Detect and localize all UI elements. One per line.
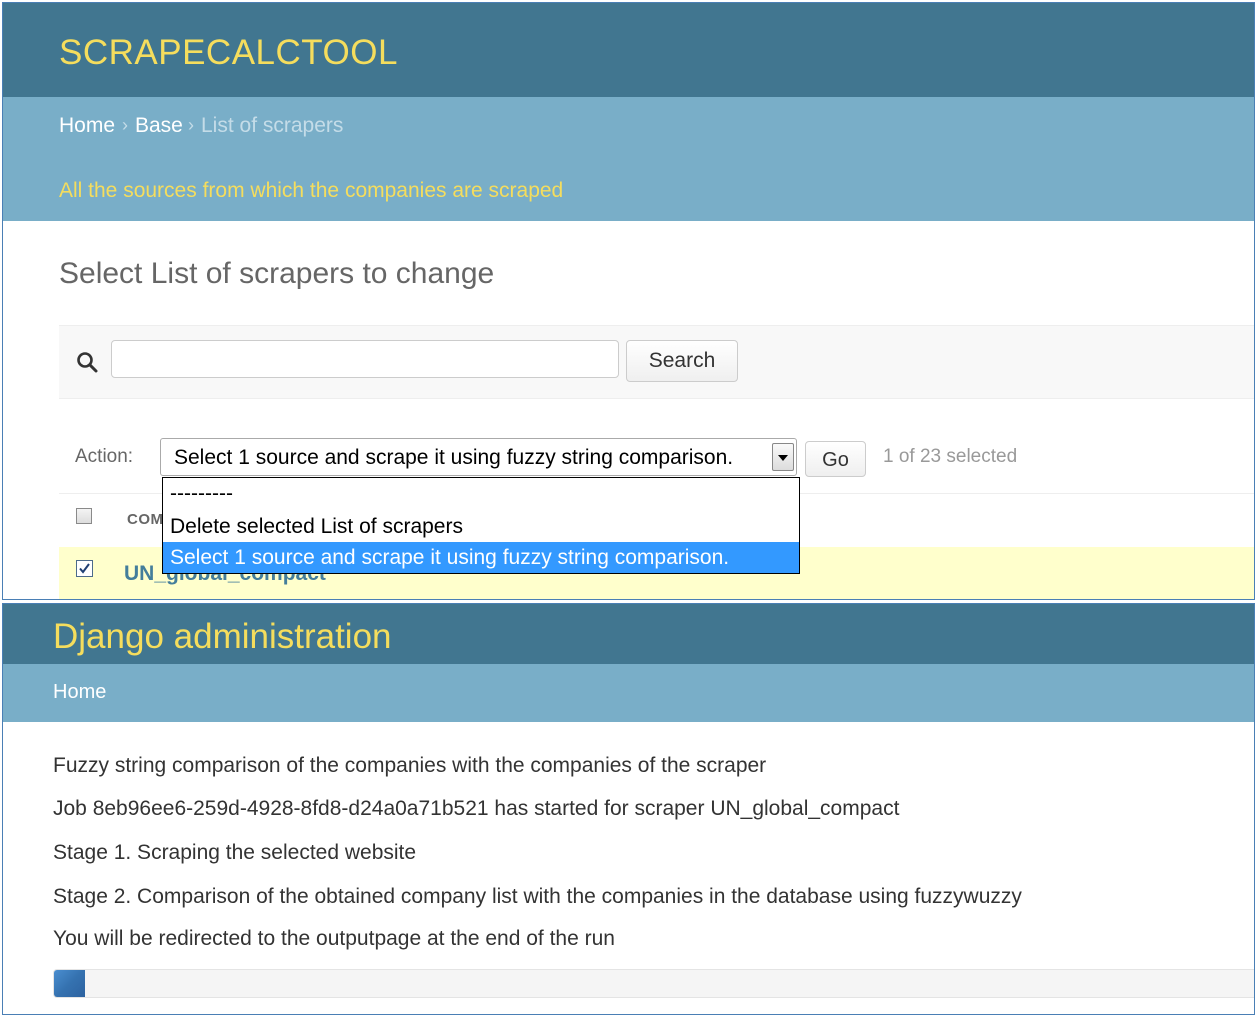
action-select-value: Select 1 source and scrape it using fuzz… (174, 446, 734, 469)
status-message-redirect: You will be redirected to the outputpage… (53, 927, 615, 950)
dropdown-option-delete[interactable]: Delete selected List of scrapers (163, 511, 799, 542)
action-dropdown-list: --------- Delete selected List of scrape… (162, 477, 800, 574)
dropdown-option-blank[interactable]: --------- (163, 478, 799, 509)
scraper-list-screen: SCRAPECALCTOOL Home › Base › List of scr… (2, 2, 1255, 600)
site-header: SCRAPECALCTOOL (3, 3, 1254, 97)
row-checkbox[interactable] (76, 560, 93, 577)
dropdown-arrow-button[interactable] (772, 443, 794, 471)
breadcrumb-separator: › (188, 115, 194, 135)
search-icon (75, 350, 99, 374)
progress-bar (53, 969, 1254, 998)
site-description: All the sources from which the companies… (59, 179, 564, 202)
column-header-company[interactable]: COM (127, 511, 164, 528)
search-button[interactable]: Search (626, 340, 738, 382)
status-message-stage1: Stage 1. Scraping the selected website (53, 841, 417, 864)
search-input[interactable] (111, 340, 619, 378)
breadcrumb-separator: › (122, 115, 128, 135)
breadcrumb-bar: Home › Base › List of scrapers All the s… (3, 97, 1254, 221)
breadcrumb-home[interactable]: Home (53, 681, 106, 704)
breadcrumb-home[interactable]: Home (59, 114, 115, 138)
progress-bar-fill (54, 970, 86, 997)
checkmark-icon (79, 563, 90, 574)
breadcrumb-current: List of scrapers (201, 114, 344, 137)
select-all-checkbox[interactable] (76, 508, 92, 524)
site-title[interactable]: SCRAPECALCTOOL (59, 33, 398, 73)
page-title: Select List of scrapers to change (59, 257, 495, 290)
search-toolbar: Search (59, 325, 1254, 399)
breadcrumb-bar: Home (3, 664, 1254, 722)
selected-counter: 1 of 23 selected (883, 446, 1018, 467)
status-message-stage2: Stage 2. Comparison of the obtained comp… (53, 885, 1022, 908)
status-message-title: Fuzzy string comparison of the companies… (53, 754, 767, 777)
site-title[interactable]: Django administration (53, 617, 392, 657)
chevron-down-icon (778, 455, 788, 461)
site-header: Django administration (3, 604, 1254, 664)
job-status-screen: Django administration Home Fuzzy string … (2, 603, 1255, 1015)
dropdown-option-fuzzy-scrape[interactable]: Select 1 source and scrape it using fuzz… (163, 542, 799, 573)
go-button[interactable]: Go (805, 441, 866, 477)
action-label: Action: (75, 446, 134, 467)
status-message-job: Job 8eb96ee6-259d-4928-8fd8-d24a0a71b521… (53, 797, 900, 820)
breadcrumb-base[interactable]: Base (135, 114, 183, 138)
action-select[interactable]: Select 1 source and scrape it using fuzz… (160, 438, 797, 476)
